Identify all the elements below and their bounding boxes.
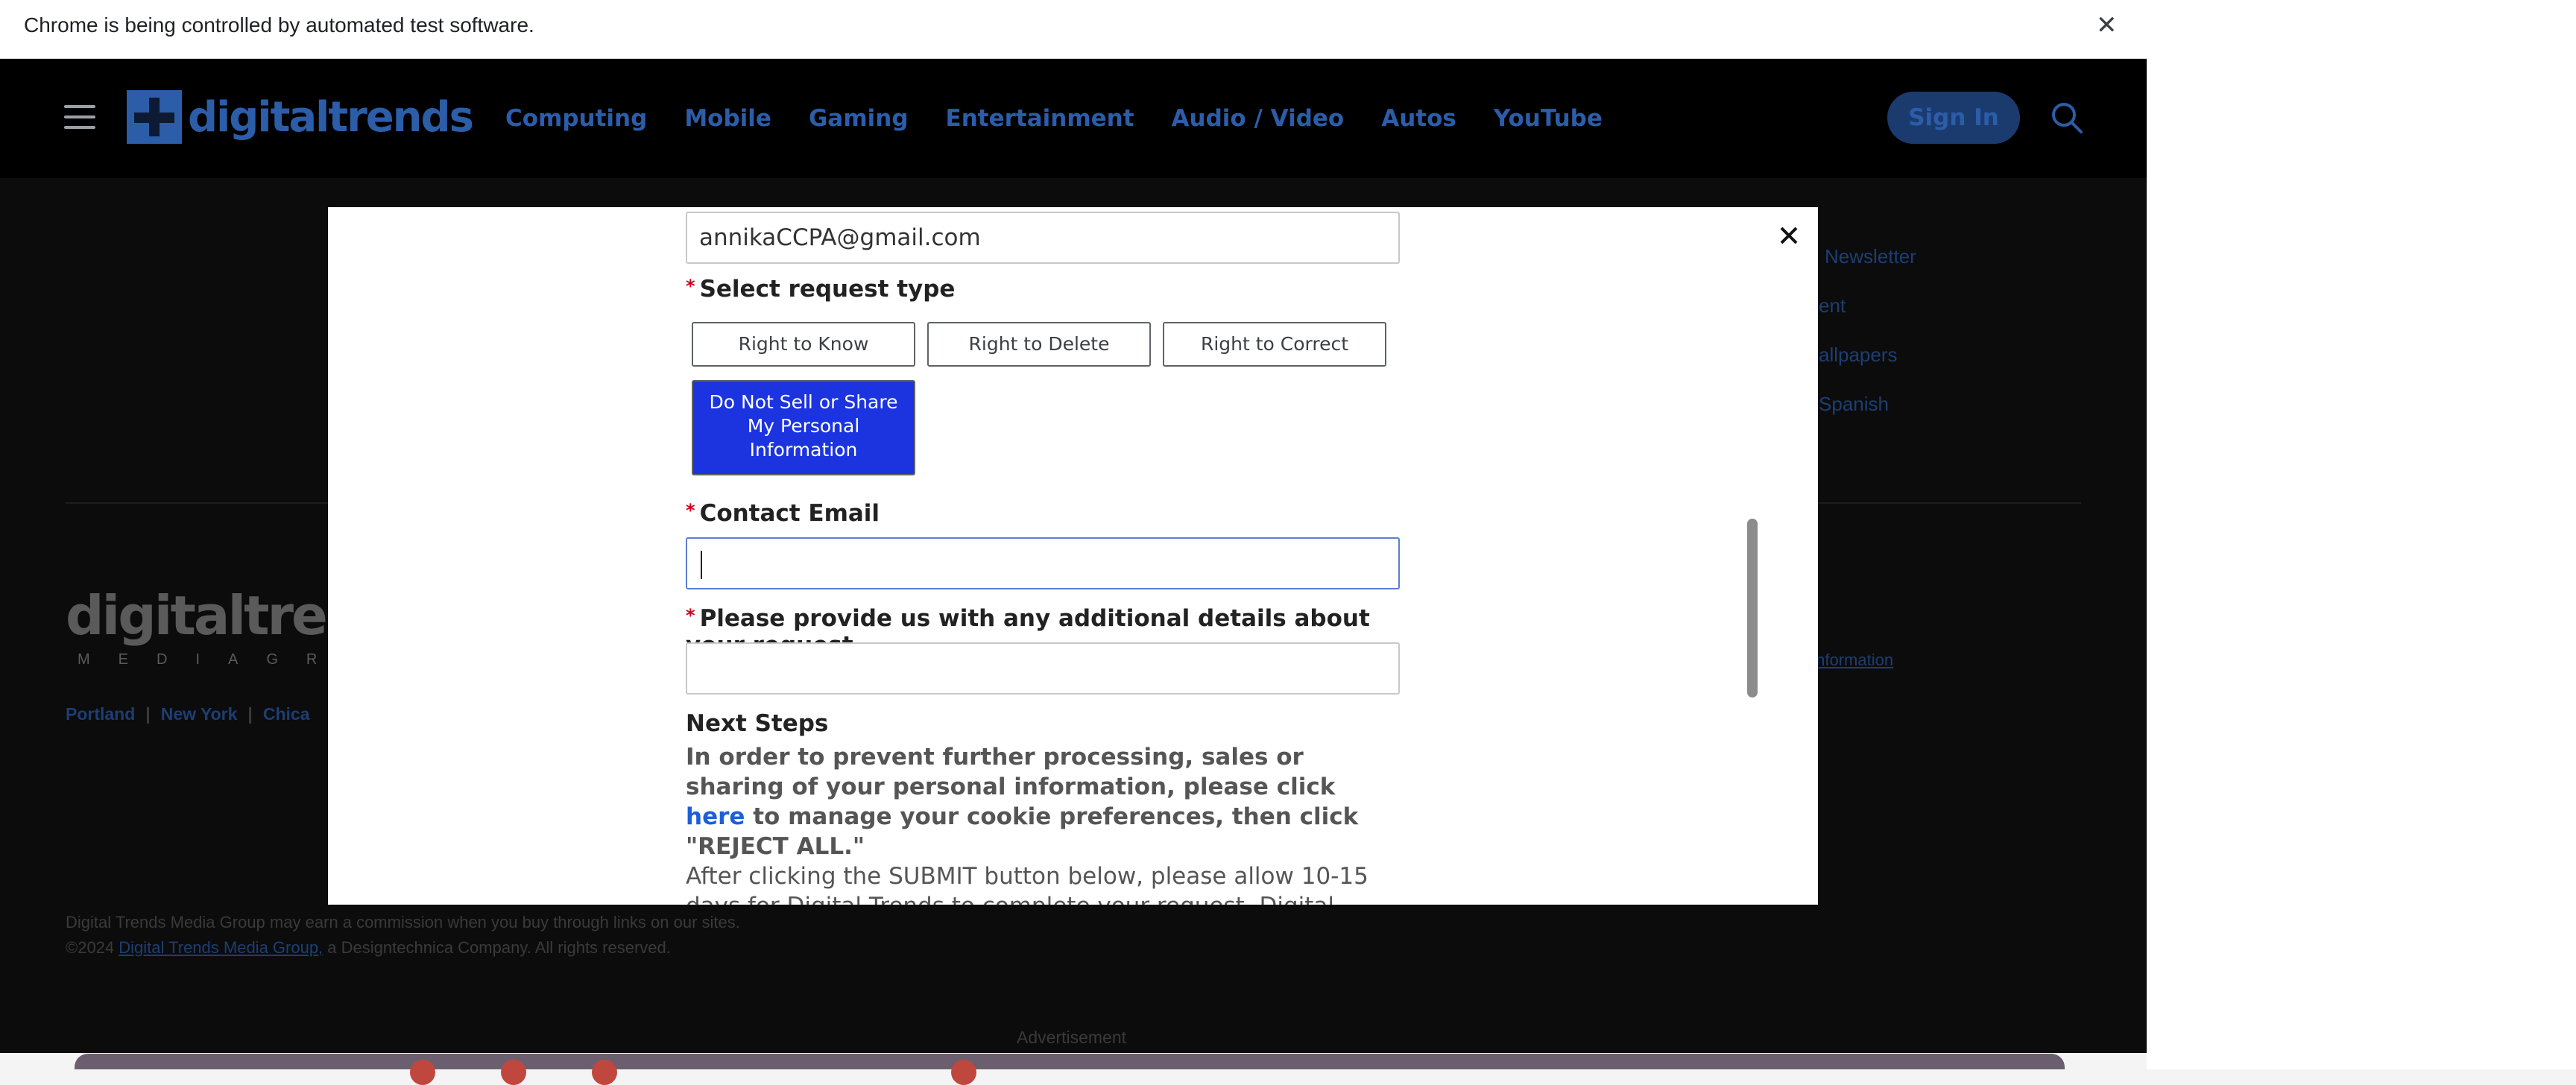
contact-email-field[interactable] xyxy=(686,537,1400,589)
modal-scrollbar-thumb[interactable] xyxy=(1747,519,1758,698)
request-type-label: * Select request type xyxy=(686,276,956,303)
close-icon[interactable] xyxy=(1774,221,1804,250)
email-field[interactable]: annikaCCPA@gmail.com xyxy=(686,212,1400,264)
footer-link-ent[interactable]: ent xyxy=(1819,294,1846,317)
nav-autos[interactable]: Autos xyxy=(1381,102,1456,135)
details-field[interactable] xyxy=(686,642,1400,695)
next-steps-text: In order to prevent further processing, … xyxy=(686,744,1359,860)
advertisement-label: Advertisement xyxy=(1017,1028,1127,1047)
logo-plus-icon xyxy=(127,90,182,144)
nav-gaming[interactable]: Gaming xyxy=(809,102,909,135)
footer-privacy-link[interactable]: Information xyxy=(1811,651,1893,670)
footer-commission-note: Digital Trends Media Group may earn a co… xyxy=(66,913,740,931)
footer-note: Digital Trends Media Group may earn a co… xyxy=(66,910,740,961)
logo-text: digitaltrends xyxy=(188,92,474,142)
modal-scrollbar[interactable] xyxy=(1747,519,1758,698)
main-nav: Computing Mobile Gaming Entertainment Au… xyxy=(505,102,1640,135)
infobar-close-icon[interactable]: ✕ xyxy=(2096,10,2118,40)
city-chicago: Chica xyxy=(262,704,310,724)
nav-computing[interactable]: Computing xyxy=(505,102,647,135)
nav-mobile[interactable]: Mobile xyxy=(684,102,771,135)
automation-infobar: Chrome is being controlled by automated … xyxy=(0,0,2576,59)
city-portland: Portland xyxy=(66,704,136,724)
infobar-message: Chrome is being controlled by automated … xyxy=(24,13,534,37)
site-header: digitaltrends Computing Mobile Gaming En… xyxy=(0,59,2147,178)
bottom-browser-strip xyxy=(75,1054,2065,1085)
do-not-sell-button[interactable]: Do Not Sell or Share My Personal Informa… xyxy=(692,380,915,475)
footer-link-spanish[interactable]: Spanish xyxy=(1819,393,1889,416)
nav-audio-video[interactable]: Audio / Video xyxy=(1172,102,1345,135)
after-submit-text: After clicking the SUBMIT button below, … xyxy=(686,863,1368,905)
footer-link-wallpapers[interactable]: allpapers xyxy=(1819,344,1898,367)
next-steps-title: Next Steps xyxy=(686,710,829,737)
search-icon[interactable] xyxy=(2050,101,2084,135)
webpage: digitaltrends Computing Mobile Gaming En… xyxy=(0,59,2147,1053)
footer-rights: a Designtechnica Company. All rights res… xyxy=(323,938,671,957)
cookie-preferences-link[interactable]: here xyxy=(686,803,745,830)
footer-company-link[interactable]: Digital Trends Media Group, xyxy=(119,938,323,957)
sign-in-button[interactable]: Sign In xyxy=(1887,92,2020,144)
menu-icon[interactable] xyxy=(64,105,95,130)
right-to-know-button[interactable]: Right to Know xyxy=(692,322,915,367)
footer-copyright: ©2024 xyxy=(66,938,119,957)
nav-youtube[interactable]: YouTube xyxy=(1494,102,1603,135)
required-mark: * xyxy=(686,276,695,297)
footer-cities: Portland | New York | Chica xyxy=(66,704,310,724)
privacy-request-modal: annikaCCPA@gmail.com * Select request typ… xyxy=(328,207,1818,905)
desktop-background xyxy=(2147,58,2576,1069)
contact-email-label: * Contact Email xyxy=(686,500,880,527)
nav-entertainment[interactable]: Entertainment xyxy=(946,102,1134,135)
footer-link-newsletter[interactable]: Newsletter xyxy=(1825,245,1916,268)
right-to-delete-button[interactable]: Right to Delete xyxy=(927,322,1151,367)
city-new-york: New York xyxy=(160,704,238,724)
right-to-correct-button[interactable]: Right to Correct xyxy=(1163,322,1386,367)
site-logo[interactable]: digitaltrends xyxy=(127,90,474,144)
